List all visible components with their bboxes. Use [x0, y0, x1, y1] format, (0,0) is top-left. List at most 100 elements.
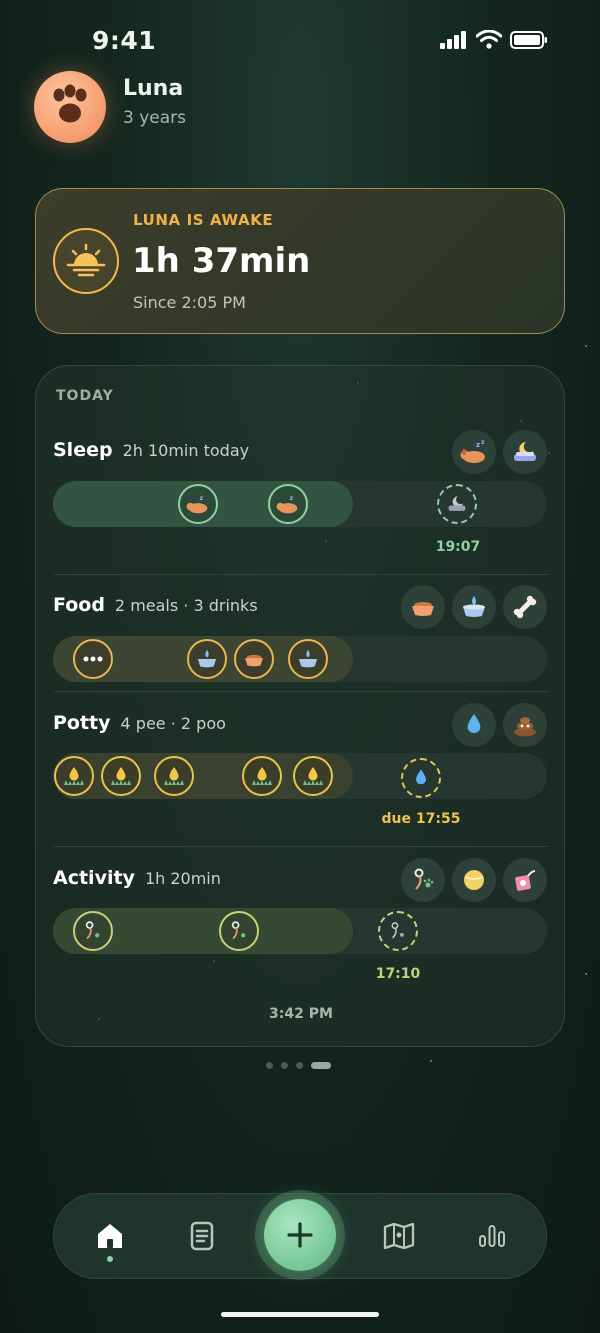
activity-timeline[interactable] [53, 908, 547, 954]
log-water-button[interactable] [452, 585, 496, 629]
page-dot[interactable] [266, 1062, 273, 1069]
notes-icon [190, 1221, 214, 1251]
bone-icon [513, 595, 537, 619]
pet-name: Luna [123, 76, 184, 101]
pee-grass-icon [164, 767, 184, 785]
activity-header: Activity 1h 20min [53, 867, 221, 889]
svg-text:z: z [290, 496, 294, 502]
poop-icon [514, 717, 536, 737]
today-card: TODAY Sleep 2h 10min today z z z z 19:07… [35, 365, 565, 1047]
avatar[interactable] [34, 71, 106, 143]
tab-stats[interactable] [470, 1214, 514, 1258]
sleep-event[interactable]: z [268, 484, 308, 524]
status-time: 9:41 [92, 26, 157, 55]
map-icon [383, 1222, 415, 1250]
food-title: Food [53, 594, 105, 616]
page-dot[interactable] [281, 1062, 288, 1069]
food-bowl-icon [245, 654, 263, 667]
log-poo-button[interactable] [503, 703, 547, 747]
pee-drop-icon [416, 769, 426, 785]
stats-icon [479, 1225, 505, 1247]
pee-event[interactable] [154, 756, 194, 796]
tab-home[interactable] [88, 1214, 132, 1258]
food-more-button[interactable] [73, 639, 113, 679]
divider [54, 691, 548, 692]
pee-event[interactable] [242, 756, 282, 796]
leash-walk-icon [391, 922, 404, 939]
sunrise-icon [53, 228, 119, 294]
log-pee-button[interactable] [452, 703, 496, 747]
awake-label: LUNA IS AWAKE [133, 211, 274, 229]
pee-event[interactable] [54, 756, 94, 796]
sleeping-dog-icon: z z [460, 439, 485, 463]
potty-timeline[interactable] [53, 753, 547, 799]
log-meal-button[interactable] [401, 585, 445, 629]
awake-duration: 1h 37min [132, 241, 311, 281]
dog-bed-moon-icon [448, 496, 466, 511]
pee-grass-icon [111, 767, 131, 785]
page-dot[interactable] [296, 1062, 303, 1069]
status-icons [440, 30, 548, 49]
next-sleep-time: 19:07 [435, 539, 481, 555]
awake-status-card[interactable]: LUNA IS AWAKE 1h 37min Since 2:05 PM [35, 188, 565, 334]
divider [54, 574, 548, 575]
sleep-summary: 2h 10min today [122, 441, 250, 460]
dog-bed-moon-icon [514, 442, 536, 461]
log-play-button[interactable] [452, 858, 496, 902]
pee-event[interactable] [293, 756, 333, 796]
tab-notes[interactable] [180, 1214, 224, 1258]
water-event[interactable] [288, 639, 328, 679]
food-summary: 2 meals · 3 drinks [114, 596, 258, 615]
water-bowl-icon [463, 596, 485, 617]
next-walk-marker[interactable] [378, 911, 418, 951]
signal-icon [440, 30, 466, 49]
water-event[interactable] [187, 639, 227, 679]
tab-map[interactable] [377, 1214, 421, 1258]
walk-event[interactable] [73, 911, 113, 951]
paw-icon [53, 84, 87, 123]
toy-icon [515, 870, 536, 891]
log-treat-button[interactable] [503, 585, 547, 629]
page-dot-active[interactable] [311, 1062, 331, 1069]
log-bedtime-button[interactable] [503, 430, 547, 474]
leash-walk-icon [231, 921, 246, 940]
svg-text:z: z [200, 496, 204, 502]
potty-header: Potty 4 pee · 2 poo [53, 712, 226, 734]
walk-event[interactable] [219, 911, 259, 951]
water-bowl-icon [197, 649, 217, 668]
ball-icon [464, 870, 484, 890]
home-indicator[interactable] [221, 1312, 379, 1317]
pee-grass-icon [252, 767, 272, 785]
add-button[interactable] [255, 1190, 345, 1280]
activity-title: Activity [53, 867, 135, 889]
wifi-icon [476, 30, 502, 49]
food-bowl-icon [412, 602, 434, 616]
log-sleep-button[interactable]: z z [452, 430, 496, 474]
svg-text:z: z [476, 441, 480, 449]
sleeping-dog-icon: z [276, 496, 298, 514]
today-label: TODAY [56, 388, 114, 404]
pee-grass-icon [303, 767, 323, 785]
potty-summary: 4 pee · 2 poo [120, 714, 226, 733]
sleeping-dog-icon: z [186, 496, 208, 514]
pee-event[interactable] [101, 756, 141, 796]
potty-due-marker[interactable] [401, 758, 441, 798]
log-walk-button[interactable] [401, 858, 445, 902]
meal-event[interactable] [234, 639, 274, 679]
sleep-event[interactable]: z [178, 484, 218, 524]
activity-summary: 1h 20min [144, 869, 221, 888]
sleep-header: Sleep 2h 10min today [53, 439, 249, 461]
add-button-inner[interactable] [264, 1199, 336, 1271]
battery-icon [510, 30, 547, 49]
food-timeline[interactable] [53, 636, 547, 682]
leash-walk-icon [85, 921, 100, 940]
sleep-timeline[interactable]: z z [53, 481, 547, 527]
next-sleep-marker[interactable] [437, 484, 477, 524]
leash-walk-icon [414, 868, 434, 890]
water-bowl-icon [298, 649, 318, 668]
pee-drop-icon [467, 714, 481, 733]
potty-due-time: due 17:55 [381, 811, 461, 827]
page-indicator[interactable] [266, 1062, 331, 1069]
more-icon [83, 656, 103, 662]
log-toy-button[interactable] [503, 858, 547, 902]
